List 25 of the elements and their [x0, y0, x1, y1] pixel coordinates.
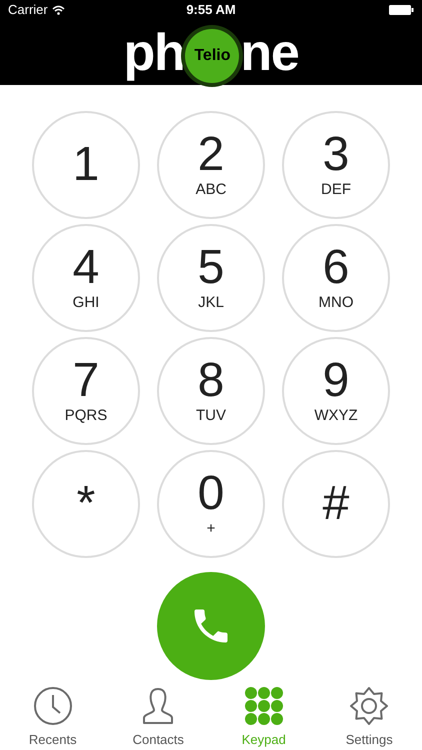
- logo-text: ne: [240, 26, 299, 78]
- keypad-key[interactable]: 4 GHI: [32, 224, 140, 332]
- keypad-key[interactable]: 2 ABC: [157, 111, 265, 219]
- clock-icon: [32, 686, 73, 726]
- status-time: 9:55 AM: [186, 1, 236, 20]
- keypad-key[interactable]: 1: [32, 111, 140, 219]
- tab-item[interactable]: Settings: [316, 686, 422, 750]
- keypad-icon: [244, 686, 284, 726]
- keypad-key[interactable]: 5 JKL: [157, 224, 265, 332]
- keypad-key[interactable]: 3 DEF: [282, 111, 390, 219]
- logo-text: ph: [123, 26, 184, 78]
- keypad-key[interactable]: 0 +: [157, 450, 265, 558]
- settings-icon: [349, 686, 390, 726]
- battery-icon: [389, 5, 414, 15]
- keypad-key[interactable]: 7 PQRS: [32, 337, 140, 445]
- carrier-label: Carrier: [8, 1, 48, 20]
- tab-item[interactable]: Recents: [0, 686, 106, 750]
- tab-item[interactable]: Contacts: [106, 686, 211, 750]
- keypad-key[interactable]: 8 TUV: [157, 337, 265, 445]
- wifi-icon: [52, 5, 65, 15]
- logo-badge-text: Telio: [194, 46, 230, 66]
- keypad-key[interactable]: *: [32, 450, 140, 558]
- keypad-key[interactable]: 9 WXYZ: [282, 337, 390, 445]
- keypad-key[interactable]: 6 MNO: [282, 224, 390, 332]
- keypad-key[interactable]: #: [282, 450, 390, 558]
